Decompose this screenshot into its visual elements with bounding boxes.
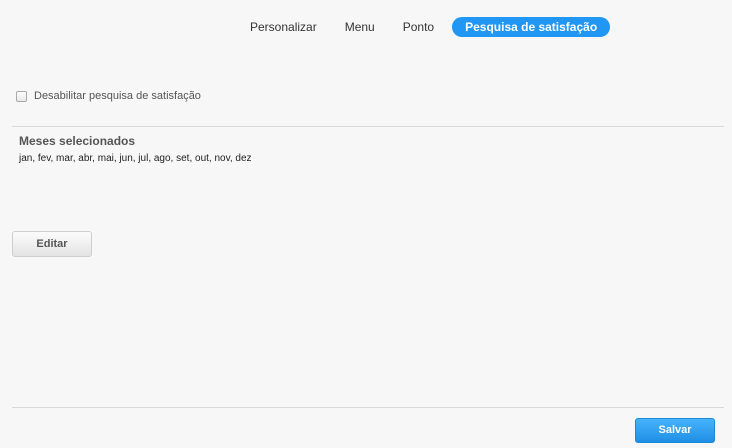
tab-pesquisa-de-satisfacao[interactable]: Pesquisa de satisfação: [452, 17, 611, 37]
tab-ponto[interactable]: Ponto: [393, 17, 444, 37]
disable-survey-label: Desabilitar pesquisa de satisfação: [34, 90, 201, 102]
selected-months-title: Meses selecionados: [19, 134, 136, 148]
divider-bottom: [12, 407, 724, 408]
selected-months-list: jan, fev, mar, abr, mai, jun, jul, ago, …: [19, 153, 252, 164]
disable-survey-option[interactable]: Desabilitar pesquisa de satisfação: [16, 90, 201, 102]
edit-button[interactable]: Editar: [12, 231, 92, 257]
tab-bar: Personalizar Menu Ponto Pesquisa de sati…: [240, 17, 618, 37]
tab-personalizar[interactable]: Personalizar: [240, 17, 327, 37]
tab-menu[interactable]: Menu: [335, 17, 385, 37]
divider-top: [12, 126, 724, 127]
disable-survey-checkbox[interactable]: [16, 90, 27, 102]
save-button[interactable]: Salvar: [635, 418, 715, 443]
